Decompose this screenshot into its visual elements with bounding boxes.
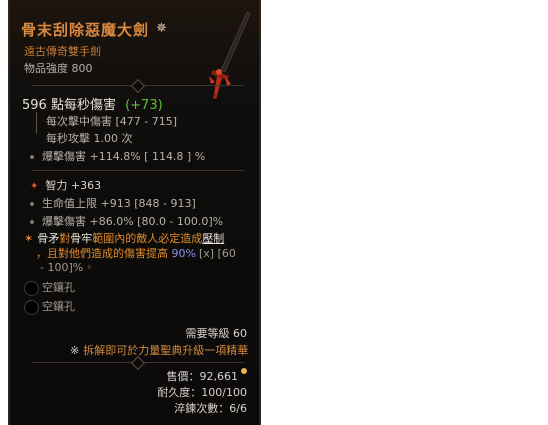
attack-speed: 每秒攻擊 1.00 次	[46, 132, 133, 145]
aspect-line-3: - 100]% ◦	[40, 261, 93, 274]
stat-life: 生命值上限 +913 [848 - 913]	[30, 195, 196, 211]
empty-socket-icon	[24, 281, 39, 296]
section-divider	[32, 170, 244, 171]
aspect-line-2: ，且對他們造成的傷害提高 90% [x] [60	[36, 247, 236, 260]
keyword-overpower: 壓制	[202, 232, 225, 245]
damage-per-hit: 每次擊中傷害 [477 - 715]	[46, 115, 178, 128]
damage-tree-line	[36, 112, 43, 134]
crit-damage-implicit: 爆擊傷害 +114.8% [ 114.8 ] %	[30, 148, 205, 164]
greater-affix-icon: ✦	[30, 181, 39, 192]
section-divider	[32, 78, 244, 94]
aspect-star-icon: ✶	[24, 232, 34, 245]
dps-delta: (+73)	[125, 98, 163, 113]
greatsword-icon	[209, 11, 251, 99]
socket-label: 空鑲孔	[42, 300, 75, 313]
legendary-aspect: ✶ 骨矛對骨牢範圍內的敵人必定造成壓制	[24, 232, 225, 245]
info-icon: ※	[70, 344, 80, 357]
required-level: 需要等級 60	[185, 327, 248, 340]
item-power: 物品強度 800	[24, 62, 93, 75]
stat-crit: 爆擊傷害 +86.0% [80.0 - 100.0]%	[30, 213, 223, 229]
section-divider	[32, 355, 244, 371]
sell-price: 售價：92,661	[167, 368, 247, 384]
dps-value: 596 點每秒傷害	[22, 98, 116, 113]
gold-icon	[241, 368, 247, 374]
item-type: 遠古傳奇雙手劍	[24, 45, 101, 58]
empty-socket-icon	[24, 300, 39, 315]
dps-line: 596 點每秒傷害 (+73)	[22, 94, 163, 113]
temper-count: 淬鍊次數：6/6	[174, 402, 247, 415]
item-tooltip: 骨末刮除惡魔大劍 ✵ 遠古傳奇雙手劍 物品強度 800 596 點每秒傷害 (+…	[8, 0, 261, 425]
salvage-hint: ※ 拆解即可於力量聖典升級一項精華	[70, 344, 249, 357]
item-name: 骨末刮除惡魔大劍	[21, 21, 150, 39]
bullet-icon	[30, 155, 34, 159]
item-header: 骨末刮除惡魔大劍 ✵ 遠古傳奇雙手劍 物品強度 800	[10, 0, 259, 99]
bullet-icon	[30, 220, 34, 224]
durability: 耐久度：100/100	[157, 386, 247, 399]
bullet-icon	[30, 202, 34, 206]
stat-primary: ✦ 智力 +363	[30, 179, 102, 192]
socket-label: 空鑲孔	[42, 281, 75, 294]
ancestral-mark-icon: ✵	[156, 21, 167, 36]
